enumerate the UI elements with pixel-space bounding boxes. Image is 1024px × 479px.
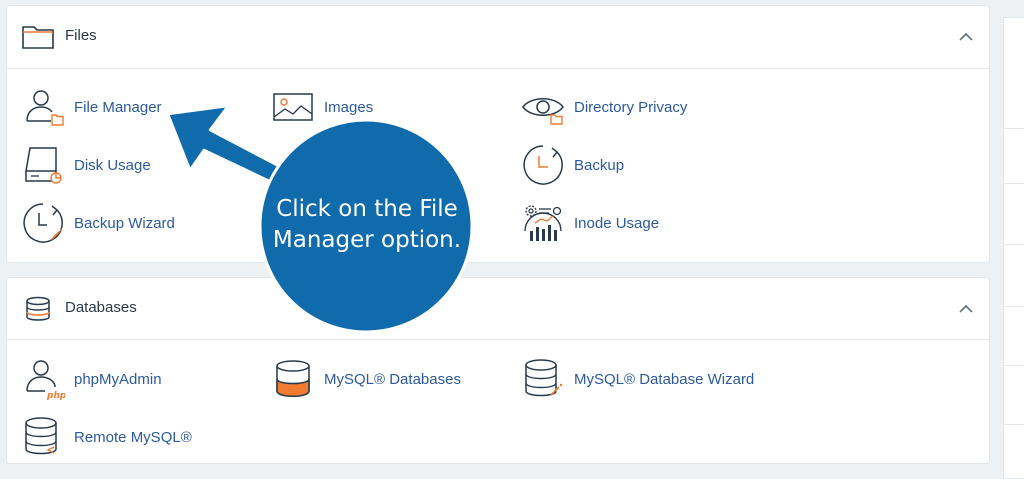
disk-usage-icon [25, 147, 62, 184]
divider [1004, 424, 1024, 425]
section-title-files: Files [65, 27, 97, 44]
backup-link[interactable]: Backup [521, 143, 761, 187]
item-label: Remote MySQL® [74, 428, 192, 446]
chevron-up-icon[interactable] [958, 29, 974, 45]
directory-privacy-link[interactable]: Directory Privacy [521, 85, 761, 129]
divider [1004, 183, 1024, 184]
files-section-header[interactable]: Files [7, 6, 989, 69]
images-link[interactable]: Images [271, 85, 511, 129]
item-label: Inode Usage [574, 214, 660, 232]
mysql-database-wizard-icon [525, 359, 563, 397]
section-title-databases: Databases [65, 299, 137, 316]
images-icon [273, 93, 313, 121]
right-sidebar-panel [1003, 17, 1024, 479]
inode-usage-icon [524, 205, 562, 241]
phpmyadmin-icon: php [26, 360, 65, 401]
databases-section: Databases php phpMyAdmin MySQL® Database… [6, 277, 990, 464]
remote-mysql-link[interactable]: Remote MySQL® [21, 415, 261, 459]
item-label: MySQL® Databases [324, 370, 461, 388]
chevron-up-icon[interactable] [958, 301, 974, 317]
divider [1004, 128, 1024, 129]
divider [1004, 365, 1024, 366]
file-manager-icon [26, 90, 64, 126]
file-manager-link[interactable]: File Manager [21, 85, 261, 129]
item-label: MySQL® Database Wizard [574, 370, 755, 388]
database-icon [26, 296, 50, 321]
mysql-databases-icon [276, 360, 310, 397]
disk-usage-link[interactable]: Disk Usage [21, 143, 261, 187]
files-section: Files File Manager Images Directory Priv… [6, 5, 990, 263]
item-label: Disk Usage [74, 156, 151, 174]
phpmyadmin-link[interactable]: php phpMyAdmin [21, 357, 261, 401]
backup-icon [523, 145, 563, 185]
callout-line-2: Manager option. [272, 227, 462, 253]
mysql-database-wizard-link[interactable]: MySQL® Database Wizard [521, 357, 761, 401]
remote-mysql-icon [25, 417, 57, 455]
item-label: Backup [574, 156, 625, 174]
backup-wizard-link[interactable]: Backup Wizard [21, 201, 261, 245]
item-label: Backup Wizard [74, 214, 175, 232]
item-label: File Manager [74, 98, 162, 116]
folder-icon [22, 26, 54, 49]
callout-line-1: Click on the File [276, 196, 458, 222]
callout-text: Click on the File Manager option. [262, 194, 472, 256]
mysql-databases-link[interactable]: MySQL® Databases [271, 357, 511, 401]
divider [1004, 244, 1024, 245]
item-label: phpMyAdmin [74, 370, 162, 388]
inode-usage-link[interactable]: Inode Usage [521, 201, 761, 245]
databases-section-header[interactable]: Databases [7, 278, 989, 340]
item-label: Images [324, 98, 374, 116]
svg-text:php: php [46, 391, 65, 401]
item-label: Directory Privacy [574, 98, 688, 116]
backup-wizard-icon [23, 203, 63, 243]
directory-privacy-icon [522, 98, 564, 125]
divider [1004, 306, 1024, 307]
